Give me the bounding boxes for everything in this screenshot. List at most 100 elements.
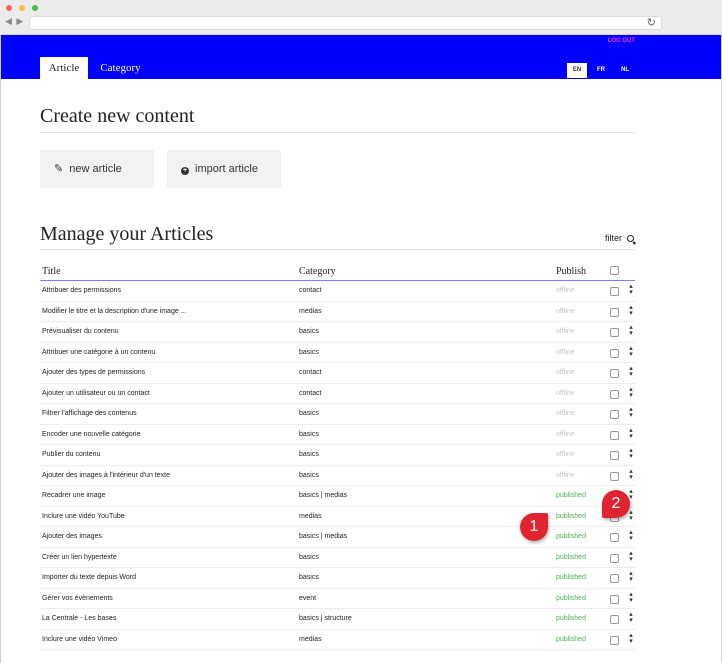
article-title[interactable]: Modifier le titre et la description d'un… xyxy=(42,308,187,315)
table-row[interactable]: Recadrer une image basics | medias publish… xyxy=(40,486,635,507)
publish-status[interactable]: offline xyxy=(556,451,575,458)
table-row[interactable]: Encoder une nouvelle catégorie basics offl… xyxy=(40,425,635,445)
table-row[interactable]: Attribuer des permissions contact offline ▴… xyxy=(40,281,635,302)
row-checkbox[interactable] xyxy=(610,471,619,481)
publish-status[interactable]: offline xyxy=(556,308,575,315)
publish-status[interactable]: offline xyxy=(556,349,575,356)
language-fr[interactable]: FR xyxy=(592,63,610,78)
article-title[interactable]: Créer un lien hypertexte xyxy=(42,554,117,561)
table-row[interactable]: Prévisualiser du contenu basics offline ▴ ▾ xyxy=(40,322,635,343)
drag-handle-icon[interactable]: ▴ ▾ xyxy=(628,324,634,337)
new-article-button[interactable]: ✎ new article xyxy=(40,150,154,188)
reload-icon[interactable]: ↻ xyxy=(647,16,656,30)
table-row[interactable]: Ajouter des images à l'intérieur d'un te… xyxy=(40,466,635,486)
select-all-checkbox[interactable] xyxy=(610,266,619,275)
drag-handle-icon[interactable]: ▴ ▾ xyxy=(628,427,634,440)
article-title[interactable]: Recadrer une image xyxy=(42,492,105,499)
column-header-publish[interactable]: Publish xyxy=(556,266,586,277)
tab-category[interactable]: Category xyxy=(93,57,148,79)
row-checkbox[interactable] xyxy=(610,533,619,542)
table-row[interactable]: Importer du texte depuis Word basics publi… xyxy=(40,568,635,589)
row-checkbox[interactable] xyxy=(610,410,619,419)
table-row[interactable]: Ajouter un utilisateur ou un contact cont… xyxy=(40,384,635,404)
table-row[interactable]: Filtrer l'affichage des contenus basics of… xyxy=(40,404,635,425)
article-title[interactable]: Encoder une nouvelle catégorie xyxy=(42,431,140,438)
drag-handle-icon[interactable]: ▴ ▾ xyxy=(628,386,634,399)
drag-handle-icon[interactable]: ▴ ▾ xyxy=(628,591,634,604)
row-checkbox[interactable] xyxy=(610,369,619,378)
back-forward-icon[interactable]: ◀ ▶ xyxy=(5,16,24,27)
column-header-title[interactable]: Title xyxy=(42,266,61,277)
row-checkbox[interactable] xyxy=(610,430,619,440)
drag-handle-icon[interactable]: ▴ ▾ xyxy=(628,365,634,378)
publish-status[interactable]: offline xyxy=(556,390,575,397)
publish-status[interactable]: offline xyxy=(556,287,575,294)
filter-button[interactable]: filter xyxy=(605,233,634,243)
article-title[interactable]: Filtrer l'affichage des contenus xyxy=(42,410,137,417)
article-title[interactable]: Attribuer des permissions xyxy=(42,287,121,294)
publish-status[interactable]: offline xyxy=(556,410,575,417)
maximize-window-icon[interactable] xyxy=(32,5,38,11)
logout-link[interactable]: LOG OUT xyxy=(608,38,635,44)
publish-status[interactable]: offline xyxy=(556,369,575,376)
drag-handle-icon[interactable]: ▴ ▾ xyxy=(628,550,634,563)
table-row[interactable]: Gérer vos évènements event published ▴ ▾ xyxy=(40,589,635,609)
article-title[interactable]: Ajouter des types de permissions xyxy=(42,369,145,376)
drag-handle-icon[interactable]: ▴ ▾ xyxy=(628,509,634,522)
language-en[interactable]: EN xyxy=(567,63,587,78)
drag-handle-icon[interactable]: ▴ ▾ xyxy=(628,468,634,481)
row-checkbox[interactable] xyxy=(610,594,619,604)
row-checkbox[interactable] xyxy=(610,389,619,399)
row-checkbox[interactable] xyxy=(610,635,619,645)
row-checkbox[interactable] xyxy=(610,615,619,624)
table-row[interactable]: Ajouter des types de permissions contact o… xyxy=(40,363,635,384)
article-title[interactable]: Ajouter un utilisateur ou un contact xyxy=(42,390,150,397)
article-title[interactable]: Inclure une vidéo YouTube xyxy=(42,513,125,520)
drag-handle-icon[interactable]: ▴ ▾ xyxy=(628,304,634,317)
row-checkbox[interactable] xyxy=(610,451,619,460)
article-title[interactable]: Ajouter des images xyxy=(42,533,102,540)
publish-status[interactable]: offline xyxy=(556,472,575,479)
article-title[interactable]: Gérer vos évènements xyxy=(42,595,113,602)
row-checkbox[interactable] xyxy=(610,328,619,337)
publish-status[interactable]: published xyxy=(556,533,586,540)
row-checkbox[interactable] xyxy=(610,553,619,563)
article-title[interactable]: Publier du contenu xyxy=(42,451,100,458)
drag-handle-icon[interactable]: ▴ ▾ xyxy=(628,570,634,583)
publish-status[interactable]: published xyxy=(556,615,586,622)
row-checkbox[interactable] xyxy=(610,348,619,358)
article-title[interactable]: Ajouter des images à l'intérieur d'un te… xyxy=(42,472,170,479)
publish-status[interactable]: published xyxy=(556,636,586,643)
article-title[interactable]: Importer du texte depuis Word xyxy=(42,574,136,581)
row-checkbox[interactable] xyxy=(610,307,619,317)
article-title[interactable]: Inclure une vidéo Vimeo xyxy=(42,636,117,643)
drag-handle-icon[interactable]: ▴ ▾ xyxy=(628,345,634,358)
publish-status[interactable]: offline xyxy=(556,431,575,438)
article-title[interactable]: La Centrale - Les bases xyxy=(42,615,116,622)
drag-handle-icon[interactable]: ▴ ▾ xyxy=(628,447,634,460)
drag-handle-icon[interactable]: ▴ ▾ xyxy=(628,406,634,419)
table-row[interactable]: Attribuer une catégorie à un contenu basi… xyxy=(40,343,635,363)
publish-status[interactable]: published xyxy=(556,513,586,520)
row-checkbox[interactable] xyxy=(610,287,619,296)
publish-status[interactable]: published xyxy=(556,492,586,499)
table-row[interactable]: La Centrale - Les bases basics | structur… xyxy=(40,609,635,630)
drag-handle-icon[interactable]: ▴ ▾ xyxy=(628,632,634,645)
article-title[interactable]: Attribuer une catégorie à un contenu xyxy=(42,349,155,356)
article-title[interactable]: Prévisualiser du contenu xyxy=(42,328,119,335)
table-row[interactable]: Créer un lien hypertexte basics published ▴… xyxy=(40,548,635,568)
table-row[interactable]: Inclure une vidéo Vimeo medias published ▴ ▾ xyxy=(40,630,635,650)
tab-article[interactable]: Article xyxy=(40,57,88,79)
language-nl[interactable]: NL xyxy=(615,63,635,78)
close-window-icon[interactable] xyxy=(6,5,12,11)
drag-handle-icon[interactable]: ▴ ▾ xyxy=(628,529,634,542)
drag-handle-icon[interactable]: ▴ ▾ xyxy=(628,283,634,296)
publish-status[interactable]: published xyxy=(556,574,586,581)
table-row[interactable]: Publier du contenu basics offline ▴ ▾ xyxy=(40,445,635,466)
address-bar[interactable]: ↻ xyxy=(29,16,662,30)
publish-status[interactable]: published xyxy=(556,595,586,602)
minimize-window-icon[interactable] xyxy=(19,5,25,11)
column-header-category[interactable]: Category xyxy=(299,266,336,277)
import-article-button[interactable]: + import article xyxy=(167,150,281,188)
publish-status[interactable]: published xyxy=(556,554,586,561)
